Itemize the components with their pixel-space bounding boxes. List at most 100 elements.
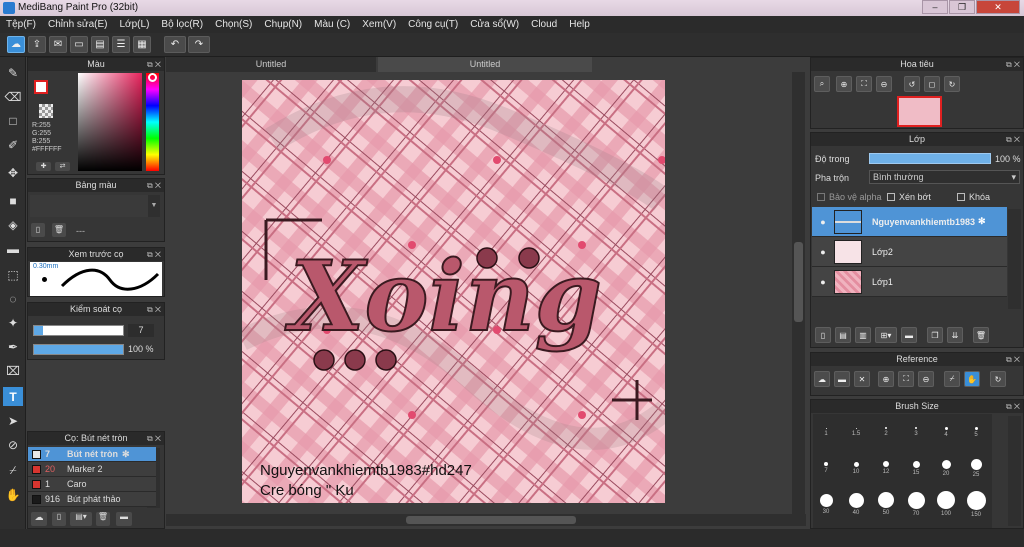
undo-icon[interactable]: ↶ bbox=[164, 36, 186, 53]
menu-capture[interactable]: Chụp(N) bbox=[258, 19, 308, 30]
menu-color[interactable]: Màu (C) bbox=[308, 19, 356, 30]
brush-size-option[interactable]: 15 bbox=[903, 454, 929, 476]
reference-close-icon[interactable]: ✕ bbox=[854, 371, 870, 387]
gradient-tool-icon[interactable]: ▬ bbox=[3, 239, 23, 258]
hue-slider[interactable] bbox=[146, 73, 159, 171]
zoom-in-icon[interactable]: ⊕ bbox=[836, 76, 852, 92]
brush-item[interactable]: 916 Bút phát thảo bbox=[28, 492, 156, 507]
menu-window[interactable]: Cửa sổ(W) bbox=[464, 19, 525, 30]
reference-eyedropper-icon[interactable]: ⌿ bbox=[944, 371, 960, 387]
hand-tool-icon[interactable]: ✋ bbox=[3, 485, 23, 504]
brush-size-option[interactable]: 100 bbox=[933, 490, 959, 517]
gear-icon[interactable]: ✻ bbox=[978, 216, 986, 227]
pen-tool-icon[interactable]: ✐ bbox=[3, 135, 23, 154]
brush-size-option[interactable]: 5 bbox=[963, 418, 989, 438]
brush-size-option[interactable]: 25 bbox=[963, 454, 989, 478]
zoom-icon[interactable]: ⌕ bbox=[814, 76, 830, 92]
layer-opacity-slider[interactable] bbox=[869, 153, 991, 164]
menu-edit[interactable]: Chỉnh sửa(E) bbox=[42, 19, 114, 30]
new-layer-8bit-icon[interactable]: ▤ bbox=[835, 327, 851, 343]
rotate-left-icon[interactable]: ↺ bbox=[904, 76, 920, 92]
brush-size-option[interactable]: 12 bbox=[873, 454, 899, 475]
delete-brush-icon[interactable]: 🗑 bbox=[96, 512, 110, 526]
palette-scroll-icon[interactable]: ▼ bbox=[148, 195, 160, 217]
palette-add-icon[interactable]: ✚ bbox=[36, 162, 51, 171]
delete-palette-icon[interactable]: 🗑 bbox=[52, 223, 66, 237]
close-button[interactable]: ✕ bbox=[976, 0, 1020, 14]
layer-row[interactable]: ● Lớp2 bbox=[812, 237, 1007, 267]
menu-view[interactable]: Xem(V) bbox=[356, 19, 402, 30]
export-icon[interactable]: ⇪ bbox=[28, 36, 46, 53]
select-pen-icon[interactable]: ✒ bbox=[3, 337, 23, 356]
new-layer-1bit-icon[interactable]: ▥ bbox=[855, 327, 871, 343]
brush-opacity-slider[interactable] bbox=[33, 344, 124, 355]
divide-tool-icon[interactable]: ⊘ bbox=[3, 435, 23, 454]
redo-icon[interactable]: ↷ bbox=[188, 36, 210, 53]
brush-tool-icon[interactable]: ✎ bbox=[3, 63, 23, 82]
brush-size-option[interactable]: 10 bbox=[843, 454, 869, 475]
brush-folder-icon[interactable]: ▬ bbox=[116, 512, 132, 526]
brush-size-scrollbar[interactable] bbox=[1008, 416, 1021, 526]
new-layer-icon[interactable]: ▯ bbox=[815, 327, 831, 343]
palette-swatches[interactable] bbox=[30, 195, 148, 217]
reference-open-icon[interactable]: ▬ bbox=[834, 371, 850, 387]
reference-fit-icon[interactable]: ⛶ bbox=[898, 371, 914, 387]
new-brush-icon[interactable]: ▯ bbox=[52, 512, 66, 526]
brush-size-option[interactable]: 70 bbox=[903, 490, 929, 517]
merge-layer-icon[interactable]: ⇊ bbox=[947, 327, 963, 343]
bucket-tool-icon[interactable]: ◈ bbox=[3, 215, 23, 234]
layer-list-scrollbar[interactable] bbox=[1008, 209, 1021, 309]
brush-item[interactable]: 20 Marker 2 bbox=[28, 462, 156, 477]
brush-size-option[interactable]: 3 bbox=[903, 418, 929, 437]
brush-size-option[interactable]: 50 bbox=[873, 490, 899, 516]
blend-mode-select[interactable]: Bình thường ▾ bbox=[869, 170, 1020, 184]
layer-row[interactable]: ● Lớp1 bbox=[812, 267, 1007, 297]
add-layer-menu-icon[interactable]: ⊞▾ bbox=[875, 327, 897, 343]
gear-icon[interactable]: ✻ bbox=[122, 449, 130, 460]
palette-swap-icon[interactable]: ⇄ bbox=[55, 162, 70, 171]
lasso-tool-icon[interactable]: ◌ bbox=[3, 289, 23, 308]
menu-select[interactable]: Chọn(S) bbox=[209, 19, 258, 30]
lock-checkbox[interactable] bbox=[957, 193, 965, 201]
comment-icon[interactable]: ✉ bbox=[49, 36, 67, 53]
magic-wand-icon[interactable]: ✦ bbox=[3, 313, 23, 332]
document-icon[interactable]: ▤ bbox=[91, 36, 109, 53]
folder-icon[interactable]: ▬ bbox=[901, 327, 917, 343]
restore-button[interactable]: ❐ bbox=[949, 0, 975, 14]
zoom-out-icon[interactable]: ⊖ bbox=[876, 76, 892, 92]
hue-handle[interactable] bbox=[148, 73, 157, 82]
duplicate-layer-icon[interactable]: ❐ bbox=[927, 327, 943, 343]
clip-checkbox[interactable] bbox=[887, 193, 895, 201]
foreground-color[interactable] bbox=[34, 80, 48, 94]
add-brush-icon[interactable]: ▤▾ bbox=[70, 512, 92, 526]
brush-size-option[interactable]: 1 bbox=[813, 418, 839, 437]
dot-tool-icon[interactable]: □ bbox=[3, 111, 23, 130]
select-rect-icon[interactable]: ⬚ bbox=[3, 265, 23, 284]
eraser-tool-icon[interactable]: ⌫ bbox=[3, 87, 23, 106]
brush-size-option[interactable]: 2 bbox=[873, 418, 899, 437]
operation-tool-icon[interactable]: ➤ bbox=[3, 411, 23, 430]
grid-icon[interactable]: ▦ bbox=[133, 36, 151, 53]
brush-item[interactable]: 7 Bút nét tròn ✻ bbox=[28, 447, 156, 462]
brush-size-option[interactable]: 20 bbox=[933, 454, 959, 477]
tab-untitled-1[interactable]: Untitled bbox=[166, 57, 376, 72]
brush-size-option[interactable]: 7 bbox=[813, 454, 839, 474]
menu-help[interactable]: Help bbox=[563, 19, 596, 30]
reference-hand-icon[interactable]: ✋ bbox=[964, 371, 980, 387]
cloud-icon[interactable]: ☁ bbox=[7, 36, 25, 53]
brush-size-value[interactable]: 7 bbox=[128, 324, 154, 337]
fit-icon[interactable]: ⛶ bbox=[856, 76, 872, 92]
menu-cloud[interactable]: Cloud bbox=[525, 19, 563, 30]
reference-rotate-icon[interactable]: ↻ bbox=[990, 371, 1006, 387]
brush-size-option[interactable]: 40 bbox=[843, 490, 869, 516]
saturation-value-picker[interactable] bbox=[78, 73, 142, 171]
protect-alpha-checkbox[interactable] bbox=[817, 193, 825, 201]
text-tool-icon[interactable]: T bbox=[3, 387, 23, 406]
brush-item[interactable]: 1 Caro bbox=[28, 477, 156, 492]
reference-zoom-in-icon[interactable]: ⊕ bbox=[878, 371, 894, 387]
navigator-thumbnail[interactable] bbox=[897, 96, 942, 127]
menu-layer[interactable]: Lớp(L) bbox=[114, 19, 156, 30]
menu-file[interactable]: Tệp(F) bbox=[0, 19, 42, 30]
message-icon[interactable]: ▭ bbox=[70, 36, 88, 53]
eye-icon[interactable]: ● bbox=[812, 217, 834, 227]
